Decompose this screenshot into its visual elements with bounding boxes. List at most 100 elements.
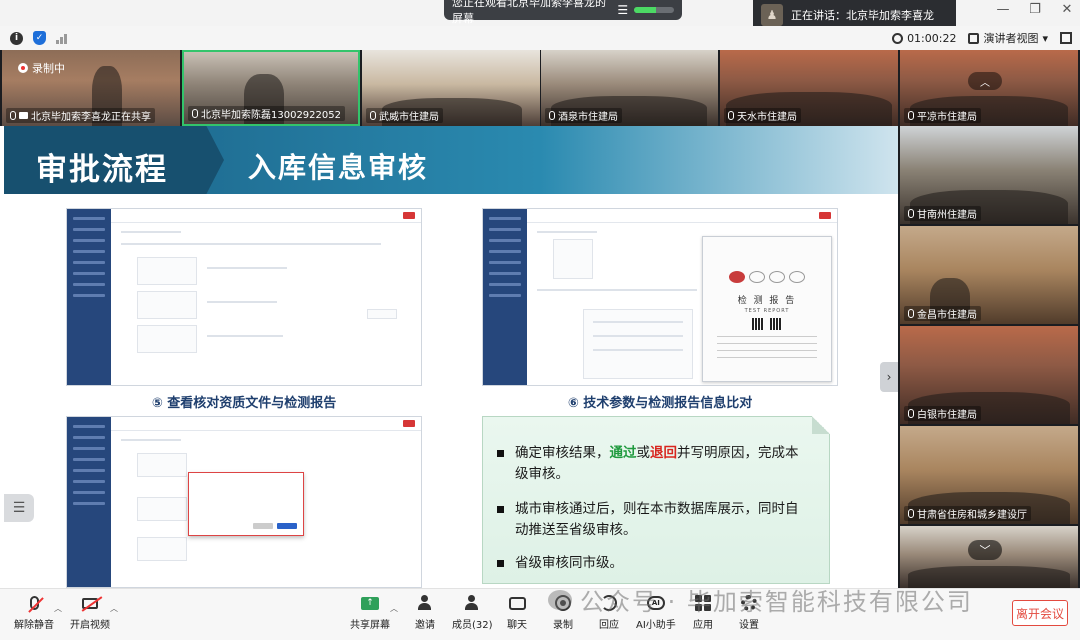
mic-icon (549, 111, 555, 120)
test-report-document: 检 测 报 告 TEST REPORT (702, 236, 832, 382)
meeting-timer: 01:00:22 (892, 32, 956, 45)
tile-label: 金昌市住建局 (904, 306, 981, 321)
screen-share-icon (19, 112, 28, 119)
members-button[interactable]: 成员(32) (452, 593, 493, 631)
mic-icon (908, 409, 914, 418)
qr-code-icon (752, 318, 764, 330)
invite-icon (417, 595, 433, 611)
video-button[interactable]: 开启视频 (70, 593, 110, 631)
tile-label: 酒泉市住建局 (545, 108, 622, 123)
video-tile[interactable]: 甘南州住建局 (900, 126, 1078, 224)
video-column-right: 甘南州住建局 金昌市住建局 白银市住建局 甘肃省住房和城乡建设厅 (898, 126, 1080, 588)
tile-label: 北京毕加索陈磊13002922052 (188, 106, 345, 121)
note-item-2: 城市审核通过后，则在本市数据库展示，同时自动推送至省级审核。 (497, 499, 811, 541)
video-tile[interactable]: 武威市住建局 (362, 50, 540, 126)
view-mode-label: 演讲者视图 (983, 32, 1039, 45)
note-item-3: 省级审核同市级。 (497, 553, 811, 574)
speaking-text: 正在讲话：北京毕加索李喜龙 (791, 9, 934, 22)
share-screen-button[interactable]: ↑ 共享屏幕 (350, 593, 390, 631)
report-subtitle: TEST REPORT (744, 308, 790, 314)
video-tile[interactable]: 天水市住建局 (720, 50, 898, 126)
security-shield-icon[interactable]: ✓ (33, 31, 46, 45)
fullscreen-icon[interactable] (1060, 32, 1072, 44)
unmute-button[interactable]: 解除静音 (14, 593, 54, 631)
timer-text: 01:00:22 (907, 31, 957, 45)
mic-icon (908, 111, 914, 120)
recording-text: 录制中 (32, 62, 65, 75)
qr-code-icon (770, 318, 782, 330)
layout-icon (968, 32, 980, 44)
mic-icon (908, 509, 914, 518)
chat-button[interactable]: 聊天 (506, 593, 528, 631)
video-tile[interactable]: ︿ 平凉市住建局 (900, 50, 1078, 126)
tile-label: 平凉市住建局 (904, 108, 981, 123)
minimize-icon[interactable]: — (994, 2, 1012, 17)
chat-icon (508, 596, 526, 610)
mic-icon (192, 109, 198, 118)
chevron-up-icon[interactable]: ︿ (390, 603, 398, 614)
slide-title-review: 入库信息审核 (248, 151, 429, 184)
mic-icon (370, 111, 376, 120)
invite-button[interactable]: 邀请 (414, 593, 436, 631)
scroll-down-button[interactable]: ﹀ (968, 540, 1002, 560)
side-panel-toggle[interactable]: ☰ (4, 494, 34, 522)
next-page-button[interactable]: › (880, 362, 898, 392)
network-signal-icon (634, 7, 674, 13)
clock-icon (892, 32, 904, 44)
restore-icon[interactable]: ❐ (1026, 2, 1044, 17)
mic-icon (908, 309, 914, 318)
meeting-status-bar: i ✓ 01:00:22 演讲者视图 ▾ (0, 26, 1080, 50)
window-controls: — ❐ ✕ (994, 2, 1076, 17)
caption-step-5: ⑤ 查看核对资质文件与检测报告 (151, 396, 337, 411)
screen-share-notice[interactable]: 您正在观看北京毕加索李喜龙的屏幕 ☰ (444, 0, 682, 25)
video-tile[interactable]: 白银市住建局 (900, 326, 1078, 424)
video-tile[interactable]: 酒泉市住建局 (541, 50, 718, 126)
watermark: 公众号 · 毕加索智能科技有限公司 (548, 582, 973, 617)
menu-icon[interactable]: ☰ (617, 3, 628, 17)
shared-screen-slide: 审批流程 入库信息审核 ⑤ 查看核对资质文件与检测报告 检 测 报 告 TEST… (4, 126, 898, 588)
video-tile[interactable]: 甘肃省住房和城乡建设厅 (900, 426, 1078, 524)
close-icon[interactable]: ✕ (1058, 2, 1076, 17)
video-tile[interactable]: 录制中 北京毕加索李喜龙正在共享 (2, 50, 180, 126)
wechat-icon (548, 589, 572, 610)
view-mode-button[interactable]: 演讲者视图 ▾ (968, 30, 1048, 46)
tile-label: 甘南州住建局 (904, 206, 981, 221)
tile-label: 北京毕加索李喜龙正在共享 (6, 108, 155, 123)
meeting-info-icon[interactable]: i (10, 31, 23, 45)
reject-text: 退回 (650, 445, 677, 461)
top-notification-area: 您正在观看北京毕加索李喜龙的屏幕 ☰ ♟ 正在讲话：北京毕加索李喜龙 — ❐ ✕ (0, 0, 1080, 30)
mic-muted-icon (29, 596, 39, 610)
report-title: 检 测 报 告 (737, 296, 797, 306)
mic-icon (10, 111, 16, 120)
share-notice-text: 您正在观看北京毕加索李喜龙的屏幕 (452, 0, 606, 25)
leave-meeting-button[interactable]: 离开会议 (1012, 600, 1068, 626)
video-strip-top: 录制中 北京毕加索李喜龙正在共享 北京毕加索陈磊13002922052 武威市住… (0, 50, 1080, 126)
video-tile-active-speaker[interactable]: 北京毕加索陈磊13002922052 (182, 50, 360, 126)
tile-label: 甘肃省住房和城乡建设厅 (904, 506, 1031, 521)
mic-icon (728, 111, 734, 120)
note-item-1: 确定审核结果，通过或退回并写明原因，完成本级审核。 (497, 443, 811, 485)
chevron-down-icon: ▾ (1042, 31, 1048, 45)
recording-icon (18, 63, 28, 73)
pass-text: 通过 (609, 445, 637, 461)
recording-badge: 录制中 (18, 60, 65, 76)
tile-label: 白银市住建局 (904, 406, 981, 421)
review-dialog (188, 472, 304, 536)
screenshot-qualification-review (66, 208, 422, 386)
mic-icon (908, 209, 914, 218)
scroll-up-button[interactable]: ︿ (968, 72, 1002, 90)
chevron-up-icon[interactable]: ︿ (54, 603, 62, 614)
camera-off-icon (82, 597, 98, 609)
slide-header: 审批流程 入库信息审核 (4, 126, 898, 194)
chevron-up-icon[interactable]: ︿ (110, 603, 118, 614)
video-tile[interactable]: 金昌市住建局 (900, 226, 1078, 324)
caption-step-6: ⑥ 技术参数与检测报告信息比对 (567, 396, 753, 411)
share-screen-icon: ↑ (361, 596, 379, 610)
tile-label: 武威市住建局 (366, 108, 443, 123)
tile-label: 天水市住建局 (724, 108, 801, 123)
network-quality-icon[interactable] (56, 33, 67, 44)
members-icon (464, 595, 480, 611)
speaker-avatar: ♟ (761, 4, 783, 26)
review-notes-box: 确定审核结果，通过或退回并写明原因，完成本级审核。 城市审核通过后，则在本市数据… (482, 416, 830, 584)
slide-title-approval-flow: 审批流程 (36, 152, 168, 188)
